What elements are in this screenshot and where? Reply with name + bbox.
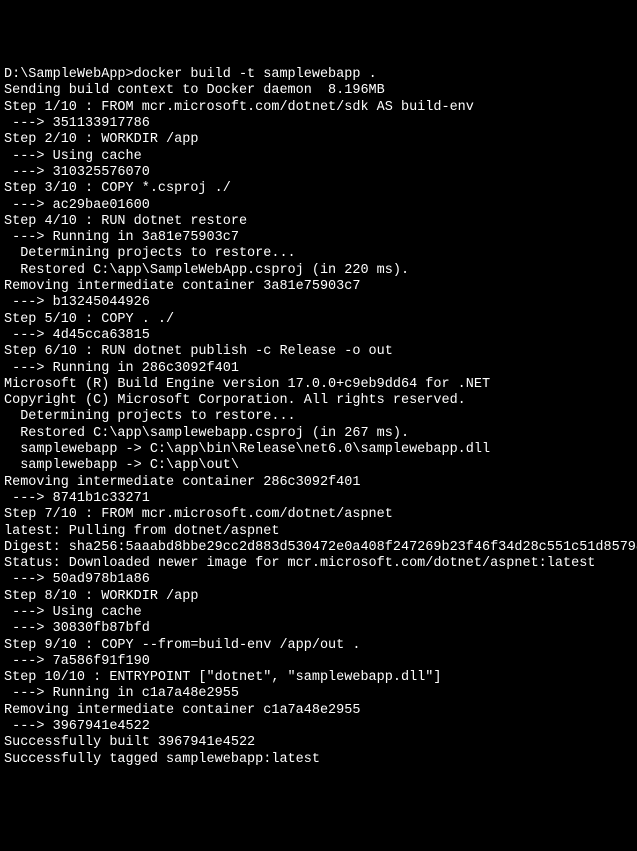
output-line: ---> 50ad978b1a86 [4,572,633,588]
output-line: Sending build context to Docker daemon 8… [4,83,633,99]
output-line: Removing intermediate container 286c3092… [4,475,633,491]
output-line: Status: Downloaded newer image for mcr.m… [4,556,633,572]
output-line: Step 10/10 : ENTRYPOINT ["dotnet", "samp… [4,670,633,686]
output-line: Step 5/10 : COPY . ./ [4,312,633,328]
output-line: Removing intermediate container 3a81e759… [4,279,633,295]
output-line: ---> Running in 286c3092f401 [4,361,633,377]
output-line: ---> 4d45cca63815 [4,328,633,344]
prompt-path: D:\SampleWebApp> [4,67,134,82]
output-line: ---> 351133917786 [4,116,633,132]
output-line: ---> 310325576070 [4,165,633,181]
output-line: Step 8/10 : WORKDIR /app [4,589,633,605]
output-line: Step 9/10 : COPY --from=build-env /app/o… [4,638,633,654]
output-line: ---> Running in c1a7a48e2955 [4,686,633,702]
output-line: Step 4/10 : RUN dotnet restore [4,214,633,230]
output-line: Step 1/10 : FROM mcr.microsoft.com/dotne… [4,100,633,116]
output-line: ---> 30830fb87bfd [4,621,633,637]
output-line: Microsoft (R) Build Engine version 17.0.… [4,377,633,393]
output-line: ---> 3967941e4522 [4,719,633,735]
output-line: samplewebapp -> C:\app\out\ [4,458,633,474]
output-line: Restored C:\app\SampleWebApp.csproj (in … [4,263,633,279]
output-line: ---> Using cache [4,605,633,621]
output-line: Copyright (C) Microsoft Corporation. All… [4,393,633,409]
output-line: ---> 7a586f91f190 [4,654,633,670]
output-line: Successfully built 3967941e4522 [4,735,633,751]
output-line: Step 7/10 : FROM mcr.microsoft.com/dotne… [4,507,633,523]
output-line: ---> ac29bae01600 [4,198,633,214]
output-line: Restored C:\app\samplewebapp.csproj (in … [4,426,633,442]
output-line: ---> Using cache [4,149,633,165]
output-line: ---> b13245044926 [4,295,633,311]
output-line: Step 6/10 : RUN dotnet publish -c Releas… [4,344,633,360]
prompt-command: docker build -t samplewebapp . [134,67,377,82]
output-line: Step 2/10 : WORKDIR /app [4,132,633,148]
prompt-line[interactable]: D:\SampleWebApp>docker build -t samplewe… [4,67,633,83]
output-line: latest: Pulling from dotnet/aspnet [4,524,633,540]
output-line: ---> Running in 3a81e75903c7 [4,230,633,246]
output-line: Successfully tagged samplewebapp:latest [4,752,633,768]
output-line: Digest: sha256:5aaabd8bbe29cc2d883d53047… [4,540,633,556]
output-line: samplewebapp -> C:\app\bin\Release\net6.… [4,442,633,458]
output-line: Determining projects to restore... [4,246,633,262]
output-line: Step 3/10 : COPY *.csproj ./ [4,181,633,197]
output-line: ---> 8741b1c33271 [4,491,633,507]
output-line: Determining projects to restore... [4,409,633,425]
